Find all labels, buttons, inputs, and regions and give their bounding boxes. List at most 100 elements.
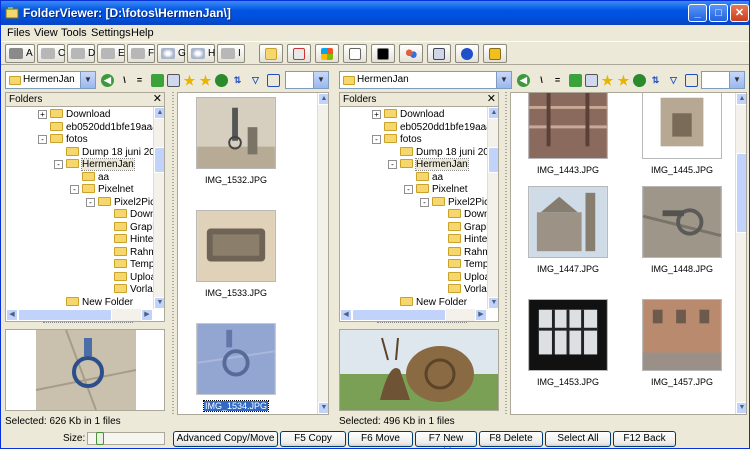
filter-icon[interactable]: ▽ [667,74,680,87]
copy-button[interactable]: F5 Copy [280,431,346,447]
tree-item[interactable]: Vorlag [436,283,492,296]
left-tree-vscrollbar[interactable]: ▲ ▼ [153,107,164,309]
close-icon[interactable]: ✕ [487,93,496,106]
drive-c-button[interactable]: C [37,44,65,63]
tree-item[interactable]: Downl [102,208,158,221]
tree-item[interactable]: - Pixel2Pictu [86,196,163,209]
tree-item[interactable]: - Pixelnet [404,183,468,196]
right-view-combo[interactable]: ▼ [701,71,745,89]
tree-item[interactable]: Graphi [102,221,160,234]
view-mode-icon[interactable] [267,74,280,87]
delete-button[interactable]: F8 Delete [479,431,543,447]
thumbnail-item[interactable]: IMG_1443.JPG [528,93,628,192]
right-thumbs-vscrollbar[interactable]: ▲ ▼ [735,93,746,414]
advanced-copy-move-button[interactable]: Advanced Copy/Move [173,431,278,447]
drive-a-button[interactable]: A [5,44,35,63]
globe-icon[interactable] [633,74,646,87]
file-list-icon[interactable] [585,74,598,87]
chevron-down-icon[interactable]: ▼ [313,72,328,88]
equal-icon[interactable]: = [133,74,146,87]
drive-g-button[interactable]: G [157,44,186,63]
tree-item[interactable]: aa [404,171,443,184]
tree-item[interactable]: Temp [102,258,154,271]
drive-f-button[interactable]: F [127,44,155,63]
back-icon[interactable]: ◀ [101,74,114,87]
menu-files[interactable]: Files [7,27,30,39]
tree-item[interactable]: aa [70,171,109,184]
tree-item[interactable]: eb0520dd1bfe19aa48 [372,121,497,134]
right-preview-splitter[interactable] [377,322,467,328]
tree-item[interactable]: Dump 18 juni 2005 [54,146,164,159]
move-button[interactable]: F6 Move [348,431,413,447]
thumbnail-item[interactable]: IMG_1453.JPG [528,299,628,404]
refresh-icon[interactable] [151,74,164,87]
expand-icon[interactable]: + [372,110,381,119]
tree-item[interactable]: eb0520dd1bfe19aa48 [38,121,163,134]
expand-icon[interactable]: + [38,110,47,119]
left-view-combo[interactable]: ▼ [285,71,329,89]
tree-item[interactable]: Uploa [102,271,156,284]
drive-i-button[interactable]: I [217,44,245,63]
close-button[interactable]: ✕ [730,4,749,22]
right-pane-splitter[interactable] [503,92,509,415]
right-path-combo[interactable]: HermenJan ▼ [339,71,512,89]
collapse-icon[interactable]: - [420,197,429,207]
tree-item[interactable]: Uploa [436,271,490,284]
tree-item[interactable]: + Download [372,108,444,121]
new-folder-button[interactable]: F7 New Folder [415,431,477,448]
view-mode-icon[interactable] [685,74,698,87]
thumbnail-item[interactable]: IMG_1445.JPG [642,93,742,192]
properties-button[interactable] [287,44,311,63]
back-icon[interactable]: ◀ [517,74,530,87]
close-icon[interactable]: ✕ [153,93,162,106]
select-all-button[interactable]: Select All [545,431,611,447]
collapse-icon[interactable]: - [86,197,95,207]
equal-icon[interactable]: = [551,74,564,87]
size-slider[interactable] [87,432,165,445]
tree-item[interactable]: New Folder [388,296,467,309]
root-icon[interactable]: \ [535,74,548,87]
menu-tools[interactable]: Tools [61,27,87,39]
tree-item[interactable]: Graphi [436,221,494,234]
thumbnail-item[interactable]: IMG_1447.JPG [528,186,628,291]
new-folder-button[interactable] [259,44,283,63]
globe-icon[interactable] [215,74,228,87]
collapse-icon[interactable]: - [372,135,381,144]
file-list-icon[interactable] [167,74,180,87]
users-button[interactable] [399,44,423,63]
root-icon[interactable]: \ [118,74,131,87]
left-pane-splitter[interactable] [170,92,176,415]
add-favorite-icon[interactable]: ★ [617,74,630,87]
tree-item[interactable]: - Pixel2Pictu [420,196,497,209]
tree-item[interactable]: - fotos [372,133,422,146]
help-button[interactable] [455,44,479,63]
collapse-icon[interactable]: - [388,160,397,169]
windows-button[interactable] [315,44,339,63]
tree-item[interactable]: - HermenJan [54,158,135,171]
collapse-icon[interactable]: - [404,185,413,194]
maximize-button[interactable]: □ [709,4,728,22]
left-preview-splitter[interactable] [43,322,133,328]
collapse-icon[interactable]: - [54,160,63,169]
menu-view[interactable]: View [34,27,58,39]
lock-button[interactable] [483,44,507,63]
tree-item[interactable]: - Pixelnet [70,183,134,196]
collapse-icon[interactable]: - [38,135,47,144]
left-thumbs-vscrollbar[interactable]: ▲ ▼ [317,93,328,414]
thumbnail-item[interactable]: IMG_1532.JPG [196,97,296,202]
drive-e-button[interactable]: E [97,44,125,63]
menu-settings[interactable]: Settings [91,27,131,39]
tree-item[interactable]: Temp [436,258,488,271]
add-favorite-icon[interactable]: ★ [199,74,212,87]
tree-item[interactable]: New Folder [54,296,133,309]
tree-item[interactable]: Vorlag [102,283,158,296]
tree-item[interactable]: - fotos [38,133,88,146]
thumbnail-item[interactable]: IMG_1448.JPG [642,186,742,291]
minimize-button[interactable]: _ [688,4,707,22]
sort-icon[interactable]: ⇅ [231,74,244,87]
sort-icon[interactable]: ⇅ [649,74,662,87]
title-bar[interactable]: FolderViewer: [D:\fotos\HermenJan\] _ □ … [1,1,749,25]
thumbnail-item-selected[interactable]: IMG_1534.JPG [196,323,296,414]
drive-d-button[interactable]: D [67,44,95,63]
filter-icon[interactable]: ▽ [249,74,262,87]
